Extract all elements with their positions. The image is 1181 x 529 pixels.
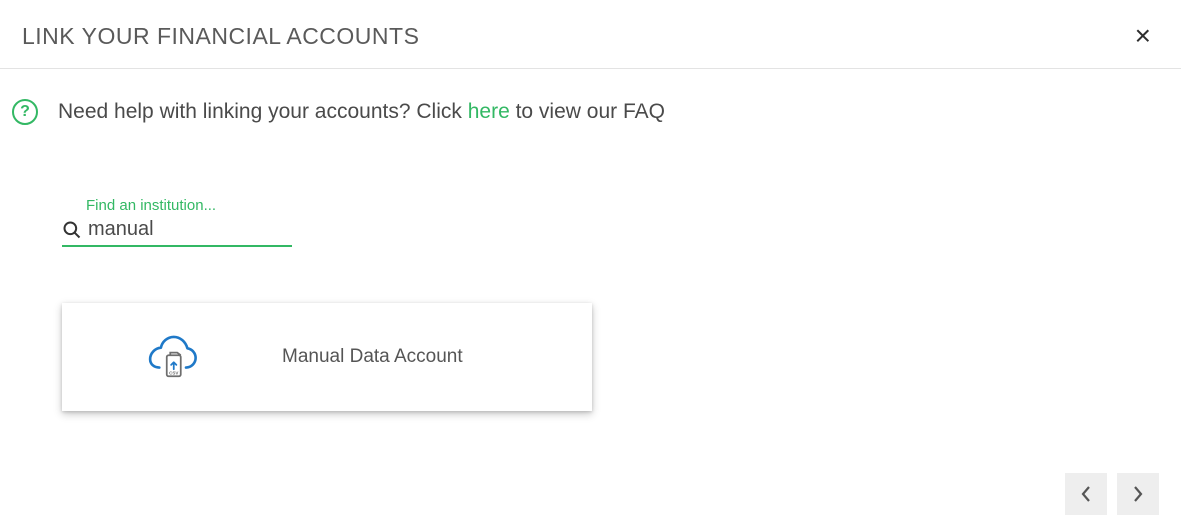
help-row: ? Need help with linking your accounts? … bbox=[0, 69, 1181, 135]
help-text-prefix: Need help with linking your accounts? Cl… bbox=[58, 100, 468, 123]
help-text-suffix: to view our FAQ bbox=[510, 100, 665, 123]
cloud-csv-upload-icon: CSV bbox=[62, 329, 282, 385]
next-button[interactable] bbox=[1117, 473, 1159, 515]
close-icon[interactable]: × bbox=[1127, 18, 1159, 54]
search-label: Find an institution... bbox=[86, 197, 292, 214]
result-card-manual-data[interactable]: CSV Manual Data Account bbox=[62, 303, 592, 411]
chevron-left-icon bbox=[1079, 484, 1093, 504]
svg-text:CSV: CSV bbox=[169, 371, 178, 376]
search-icon bbox=[62, 220, 82, 240]
search-input[interactable] bbox=[88, 218, 292, 241]
search-row bbox=[62, 218, 292, 247]
help-text: Need help with linking your accounts? Cl… bbox=[58, 100, 665, 124]
result-label: Manual Data Account bbox=[282, 346, 463, 368]
page-title: LINK YOUR FINANCIAL ACCOUNTS bbox=[22, 23, 419, 50]
faq-link[interactable]: here bbox=[468, 100, 510, 123]
chevron-right-icon bbox=[1131, 484, 1145, 504]
dialog-header: LINK YOUR FINANCIAL ACCOUNTS × bbox=[0, 0, 1181, 69]
help-icon[interactable]: ? bbox=[12, 99, 38, 125]
search-block: Find an institution... bbox=[62, 197, 292, 247]
pagination-nav bbox=[1065, 473, 1159, 515]
prev-button[interactable] bbox=[1065, 473, 1107, 515]
